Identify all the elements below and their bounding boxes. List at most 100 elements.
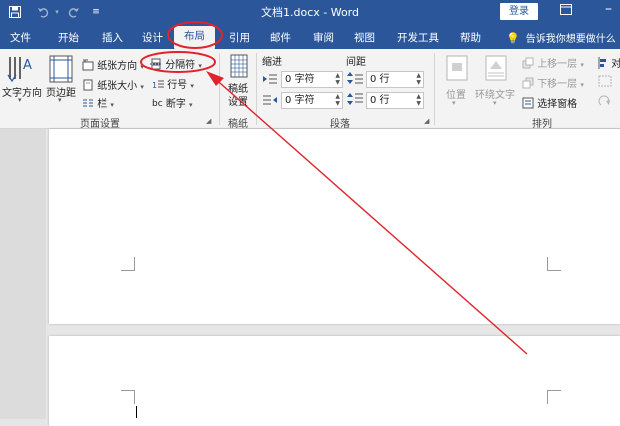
bring-forward-row[interactable]: 上移一层 ▾: [522, 55, 584, 72]
breaks-row[interactable]: 分隔符 ▾: [150, 56, 202, 73]
spinner-arrows-icon[interactable]: ▲ ▼: [335, 72, 340, 86]
columns-dropdown-icon: ▾: [110, 101, 114, 109]
document-page-1[interactable]: [49, 129, 620, 324]
send-backward-row[interactable]: 下移一层 ▾: [522, 75, 584, 92]
columns-icon: [82, 97, 94, 112]
indent-left-value: 0 字符: [285, 74, 315, 85]
manuscript-group-label: 稿纸: [228, 119, 248, 130]
lightbulb-icon: 💡: [506, 32, 520, 45]
hyphenation-dropdown-icon: ▾: [189, 101, 193, 109]
send-backward-label: 下移一层: [537, 79, 578, 90]
page-setup-dialog-launcher-icon[interactable]: ◢: [206, 117, 211, 125]
tab-design[interactable]: 设计: [142, 30, 163, 45]
margins-icon[interactable]: [49, 55, 73, 86]
arrange-group-label: 排列: [532, 119, 552, 130]
size-row[interactable]: 纸张大小 ▾: [82, 77, 144, 94]
group-separator: [219, 53, 220, 125]
selection-pane-label: 选择窗格: [537, 99, 578, 110]
orientation-icon: [82, 59, 94, 74]
tell-me-label: 告诉我你想要做什么: [525, 34, 616, 45]
tab-layout[interactable]: 布局: [174, 26, 215, 49]
crop-mark: [547, 390, 561, 404]
text-cursor: [136, 406, 137, 418]
align-icon: [598, 56, 608, 72]
indent-label: 缩进: [262, 57, 282, 68]
login-button[interactable]: 登录: [500, 3, 538, 20]
page-setup-group-label: 页面设置: [80, 119, 120, 130]
hyphenation-icon: bc: [152, 99, 163, 109]
spinner-arrows-icon[interactable]: ▲ ▼: [335, 93, 340, 107]
spacing-before-field[interactable]: 0 行 ▲ ▼: [366, 71, 424, 88]
indent-right-field[interactable]: 0 字符 ▲ ▼: [281, 92, 343, 109]
tab-file[interactable]: 文件: [10, 30, 31, 45]
tab-review[interactable]: 审阅: [313, 30, 334, 45]
wrap-text-dropdown-icon[interactable]: ▾: [493, 99, 497, 107]
indent-right-value: 0 字符: [285, 95, 315, 106]
ribbon-tabs: 文件 开始 插入 设计 布局 引用 邮件 审阅 视图 开发工具 帮助 💡 告诉我你…: [0, 24, 620, 49]
margins-dropdown-icon[interactable]: ▾: [58, 96, 62, 104]
align-row[interactable]: 对: [598, 55, 620, 72]
spinner-arrows-icon[interactable]: ▲ ▼: [416, 93, 421, 107]
svg-text:A: A: [23, 58, 32, 73]
spacing-before-icon: [347, 71, 363, 88]
orientation-row[interactable]: 纸张方向 ▾: [82, 57, 144, 74]
bring-forward-icon: [522, 57, 534, 72]
ribbon-layout: A 文字方向 ▾ 页边距 ▾ 纸张方向 ▾ 纸张大小 ▾ 栏 ▾ 分隔符 ▾ 1…: [0, 49, 620, 130]
crop-mark: [547, 257, 561, 271]
text-direction-button[interactable]: 文字方向: [2, 84, 42, 99]
line-numbers-icon: 1: [152, 78, 164, 93]
tab-view[interactable]: 视图: [354, 30, 375, 45]
redo-icon[interactable]: [66, 3, 82, 21]
spacing-after-field[interactable]: 0 行 ▲ ▼: [366, 92, 424, 109]
hyphenation-row[interactable]: bc 断字 ▾: [152, 95, 193, 110]
undo-icon[interactable]: [34, 3, 52, 21]
tab-mailings[interactable]: 邮件: [270, 30, 291, 45]
indent-left-field[interactable]: 0 字符 ▲ ▼: [281, 71, 343, 88]
rotate-icon[interactable]: [598, 95, 612, 110]
selection-pane-row[interactable]: 选择窗格: [522, 95, 577, 112]
spacing-after-icon: [347, 92, 363, 109]
size-label: 纸张大小: [97, 81, 138, 92]
svg-text:1: 1: [152, 81, 157, 90]
customize-quick-access-icon[interactable]: ≡: [90, 3, 102, 21]
indent-right-icon: [263, 94, 277, 109]
send-backward-icon: [522, 77, 534, 92]
position-button[interactable]: 位置: [446, 86, 466, 101]
tab-help[interactable]: 帮助: [460, 30, 481, 45]
bring-forward-label: 上移一层: [537, 59, 578, 70]
group-objects-icon[interactable]: [598, 75, 612, 90]
crop-mark: [121, 257, 135, 271]
spacing-after-value: 0 行: [370, 95, 390, 106]
spacing-before-value: 0 行: [370, 74, 390, 85]
text-direction-dropdown-icon[interactable]: ▾: [18, 96, 22, 104]
spacing-label: 间距: [346, 57, 366, 68]
minimize-icon[interactable]: –: [605, 1, 612, 17]
position-dropdown-icon[interactable]: ▾: [452, 99, 456, 107]
title-bar: ▾ ≡ 文档1.docx - Word 登录 –: [0, 0, 620, 24]
paragraph-dialog-launcher-icon[interactable]: ◢: [424, 117, 429, 125]
tab-developer[interactable]: 开发工具: [397, 30, 439, 45]
spinner-arrows-icon[interactable]: ▲ ▼: [416, 72, 421, 86]
align-label: 对: [611, 59, 620, 70]
breaks-label: 分隔符: [165, 60, 196, 71]
tab-home[interactable]: 开始: [58, 30, 79, 45]
orientation-label: 纸张方向: [97, 61, 138, 72]
group-separator: [434, 53, 435, 125]
save-icon[interactable]: [6, 3, 24, 21]
tab-references[interactable]: 引用: [229, 30, 250, 45]
columns-label: 栏: [97, 99, 108, 110]
columns-row[interactable]: 栏 ▾: [82, 95, 114, 112]
document-page-2[interactable]: [49, 336, 620, 426]
tell-me-search[interactable]: 💡 告诉我你想要做什么: [506, 30, 616, 45]
indent-left-icon: [263, 73, 277, 88]
position-icon[interactable]: [446, 55, 468, 84]
line-numbers-row[interactable]: 1 行号 ▾: [152, 76, 194, 93]
ribbon-display-options-icon[interactable]: [560, 4, 572, 18]
wrap-text-icon[interactable]: [485, 55, 507, 84]
manuscript-icon[interactable]: [230, 54, 248, 81]
send-backward-dropdown-icon: ▾: [580, 81, 584, 89]
undo-dropdown-icon[interactable]: ▾: [52, 3, 62, 21]
manuscript-line2[interactable]: 设置: [228, 93, 248, 108]
bring-forward-dropdown-icon: ▾: [580, 61, 584, 69]
tab-insert[interactable]: 插入: [102, 30, 123, 45]
